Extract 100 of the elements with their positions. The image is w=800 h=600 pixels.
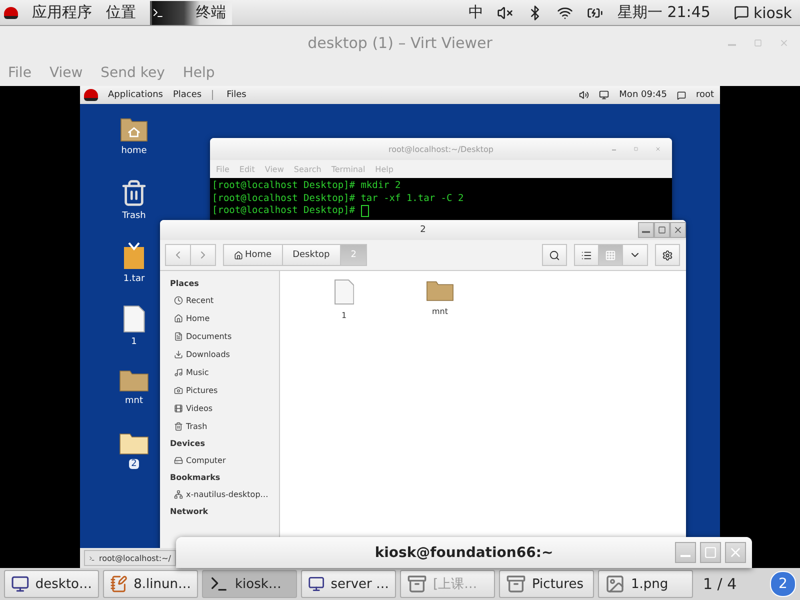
monitor-icon [11,574,30,594]
sidebar-item[interactable]: Pictures [170,381,279,399]
panel-menu[interactable]: Applications [108,90,163,100]
close-button[interactable] [725,542,746,563]
maximize-button[interactable] [654,222,670,238]
panel-menu[interactable]: Places [172,90,202,100]
volume-icon[interactable] [579,90,590,100]
folder-icon [426,279,454,302]
maximize-button[interactable] [700,542,721,563]
file-label[interactable]: 1 [341,311,347,320]
trash-icon [174,422,183,430]
monitor-icon [308,574,325,594]
path-crumb[interactable]: Desktop [282,244,341,266]
package-icon [123,242,145,270]
home-folder-icon [120,116,148,142]
sidebar-heading: Network [170,506,210,518]
desktop-icon-label[interactable]: home [119,146,149,156]
close-icon [728,545,743,560]
view-toggle[interactable] [598,244,623,266]
forward-button[interactable] [190,244,216,266]
minimize-button[interactable] [638,222,654,238]
trash-icon [120,179,148,207]
wifi-icon[interactable] [557,4,574,20]
window-title: root@localhost:~/Desktop [388,144,494,154]
network-icon [174,490,183,498]
cabinet-icon [506,574,526,594]
desktop-icon-label[interactable]: 1.tar [121,274,147,284]
files-task-button[interactable]: Files [212,90,246,100]
image-icon [605,574,625,594]
sidebar-item[interactable]: Home [170,309,279,327]
sidebar-item[interactable]: Trash [170,417,279,435]
minimize-button[interactable] [675,542,696,563]
terminal-task-button[interactable]: 终端 [150,0,232,24]
path-crumb[interactable]: Home [223,244,283,266]
close-icon [673,225,683,235]
film-icon [174,404,183,412]
settings-button[interactable] [655,244,680,266]
user-menu[interactable]: kiosk [753,4,792,22]
terminal-icon [152,6,164,18]
minimize-icon [642,231,650,233]
chat-icon[interactable] [676,90,686,100]
sidebar-item[interactable]: Documents [170,327,279,345]
sidebar-item[interactable]: Music [170,363,279,381]
search-button[interactable] [542,244,567,266]
panel-menu[interactable]: 位置 [106,3,136,22]
workspace-indicator[interactable]: 1 / 4 [703,575,737,593]
window-title: desktop (1) – Virt Viewer [308,34,492,52]
sidebar-item[interactable]: Videos [170,399,279,417]
desktop-icon-label[interactable]: 2 [129,459,139,469]
camera-icon [174,386,183,394]
back-button[interactable] [165,244,191,266]
sidebar-item[interactable]: Computer [170,451,279,469]
grid-icon [605,250,616,260]
terminal-line: [root@localhost Desktop]# [212,205,356,218]
desktop-icon-label[interactable]: Trash [120,211,148,221]
taskbar-button[interactable]: deskto… [4,570,99,598]
panel-clock[interactable]: Mon 09:45 [619,90,667,100]
folder-icon [119,431,149,455]
search-icon [549,250,560,260]
file-icon [122,305,146,333]
terminal-task-button[interactable]: root@localhost:~/ [84,550,176,566]
maximize-icon [754,39,762,47]
sidebar-heading: Places [170,278,200,290]
terminal-icon [89,554,95,562]
panel-clock[interactable]: 星期一 21:45 [617,3,710,22]
sidebar-item[interactable]: Downloads [170,345,279,363]
user-menu[interactable]: root [696,90,714,100]
notification-count[interactable]: 2 [770,571,796,597]
document-icon [174,332,183,340]
terminal-line: [root@localhost Desktop]# tar -xf 1.tar -C 2 [212,192,464,205]
sidebar-item[interactable]: x-nautilus-desktop… [170,485,279,503]
taskbar-button[interactable]: Pictures [499,570,594,598]
minimize-icon [612,149,616,151]
view-options-button[interactable] [622,244,648,266]
input-method-indicator[interactable]: 中 [468,3,484,22]
chat-icon[interactable] [734,5,750,20]
cabinet-icon [407,574,427,594]
taskbar-button[interactable]: 1.png [598,570,693,598]
download-icon [174,350,183,358]
sidebar-heading: Bookmarks [170,472,222,484]
window-title: 2 [420,225,426,235]
home-icon [174,314,183,322]
settings-icon [662,250,673,260]
close-button[interactable] [670,222,686,238]
panel-menu[interactable]: 应用程序 [32,3,92,22]
volume-muted-icon[interactable] [497,4,514,20]
taskbar-button[interactable]: server … [301,570,396,598]
terminal-line: [root@localhost Desktop]# mkdir 2 [212,180,401,192]
taskbar-button[interactable]: 8.linun… [103,570,198,598]
minimize-icon [728,44,736,46]
desktop-icon-label[interactable]: 1 [129,337,139,347]
file-label[interactable]: mnt [432,307,448,316]
file-icon [334,279,354,305]
sidebar-item[interactable]: Recent [170,291,279,309]
folder-icon [119,368,149,392]
desktop-icon-label[interactable]: mnt [123,396,145,406]
taskbar-button[interactable]: kiosk… [202,570,297,598]
maximize-icon [704,546,717,559]
close-icon [655,146,661,152]
view-toggle[interactable] [574,244,599,266]
